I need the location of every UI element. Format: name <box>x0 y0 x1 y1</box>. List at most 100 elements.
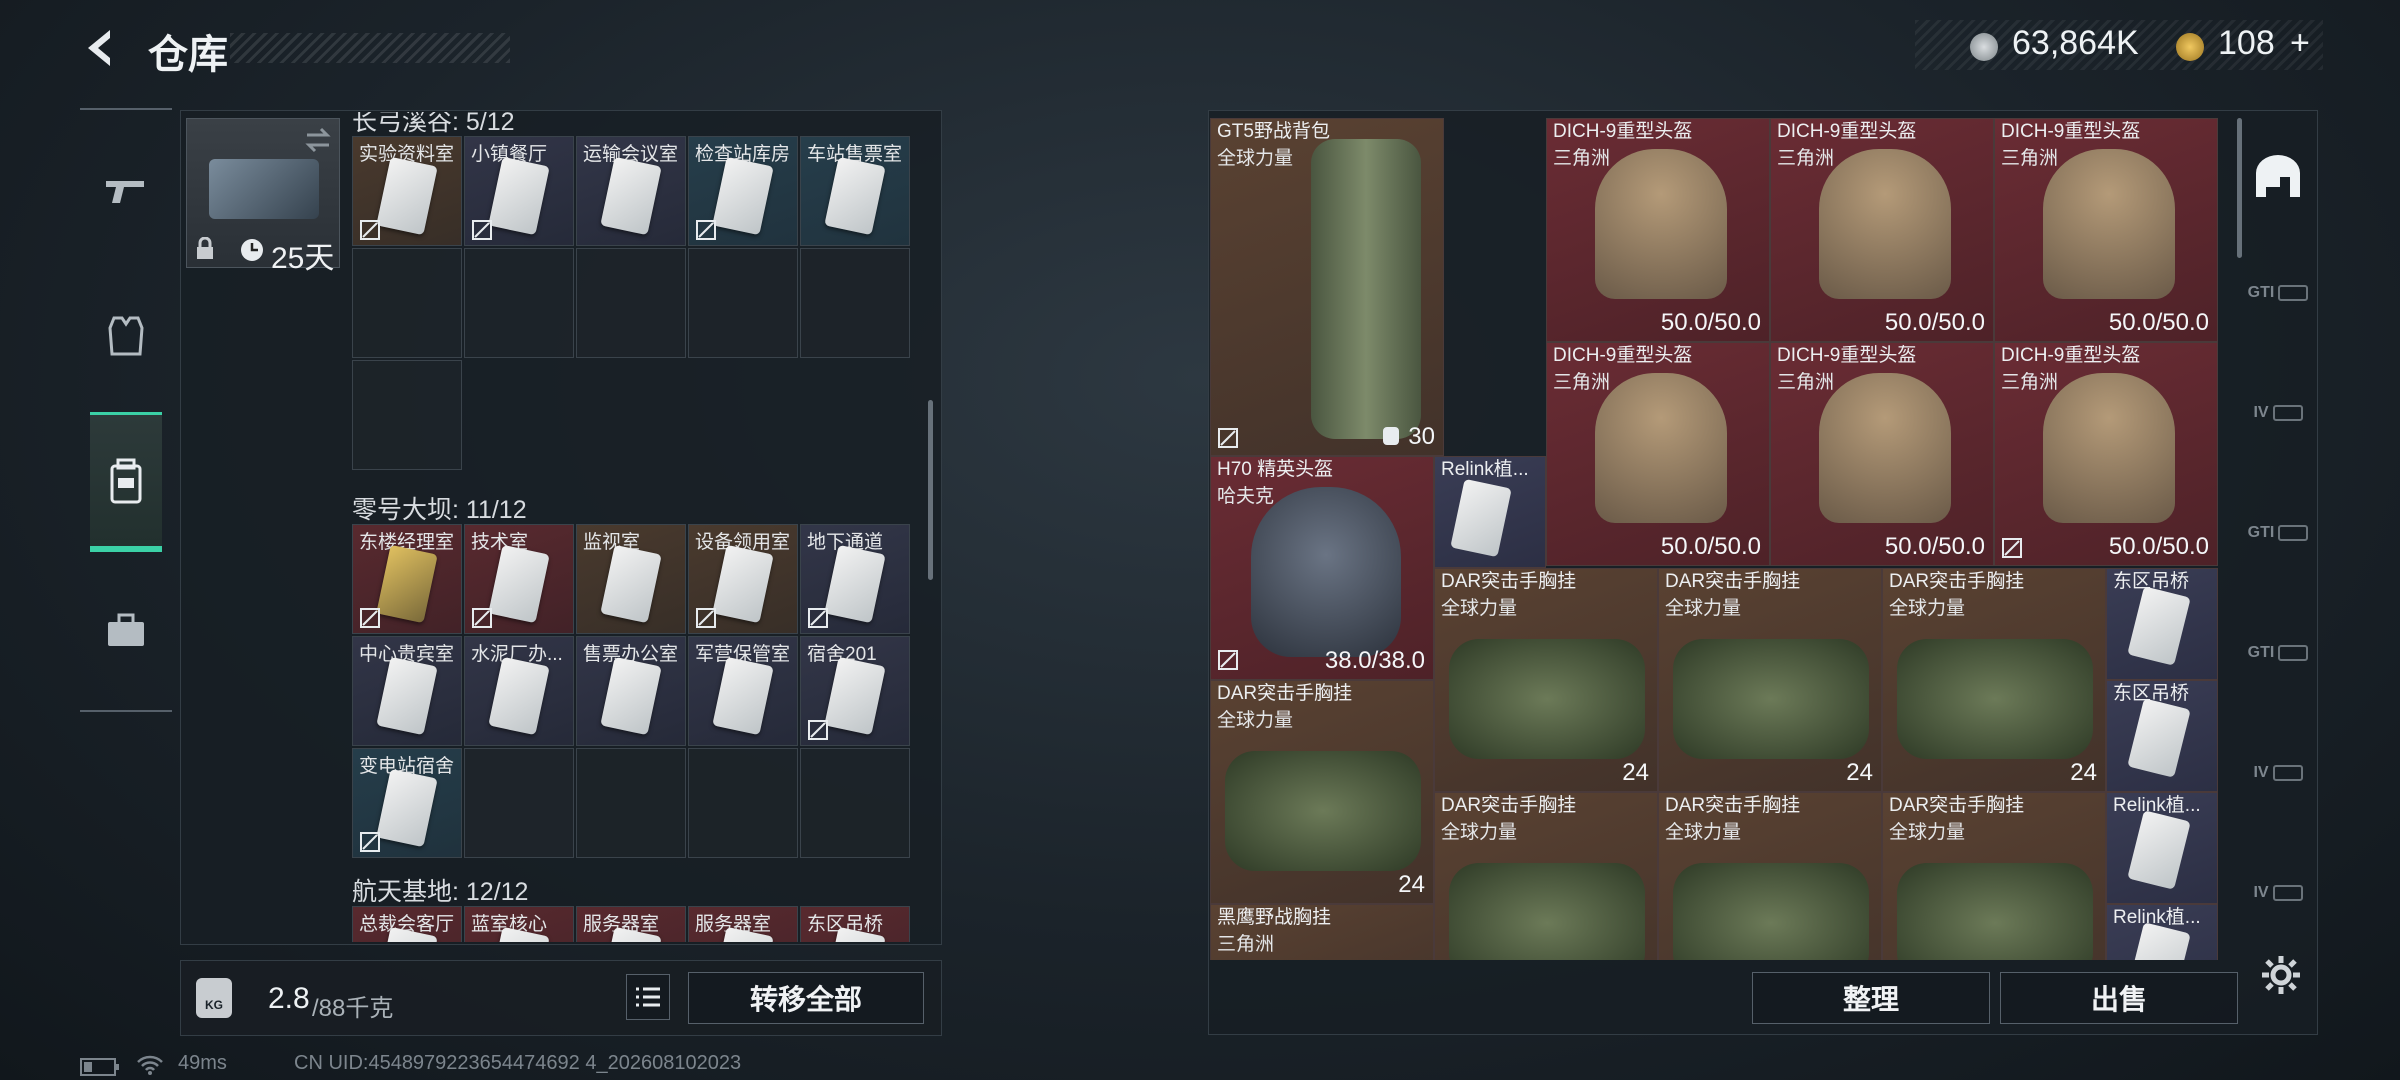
item-chest-rig[interactable]: DAR突击手胸挂 全球力量 24 <box>1210 680 1434 904</box>
weight-max: /88千克 <box>312 995 394 1022</box>
item-value: 24 <box>2070 759 2097 786</box>
key-cell[interactable]: 地下通道 <box>800 524 910 634</box>
key-cell[interactable]: 车站售票室 <box>800 136 910 246</box>
item-key[interactable]: Relink植... <box>2106 792 2218 904</box>
key-cell[interactable]: 总裁会客厅 <box>352 906 462 942</box>
item-helmet[interactable]: DICH-9重型头盔 三角洲 50.0/50.0 <box>1770 342 1994 566</box>
item-helmet[interactable]: DICH-9重型头盔 三角洲 50.0/50.0 <box>1994 342 2218 566</box>
key-cell[interactable]: 东楼经理室 <box>352 524 462 634</box>
item-value: 50.0/50.0 <box>1660 533 1761 560</box>
nav-weapons[interactable] <box>90 130 162 250</box>
item-brand: 三角洲 <box>1553 148 1611 169</box>
tab-warehouse[interactable] <box>2246 122 2310 232</box>
item-chest-rig[interactable]: DAR突击手胸挂 全球力量 24 <box>1658 568 1882 792</box>
tab-label: IV <box>2253 884 2269 901</box>
keycard-image <box>2127 810 2191 890</box>
no-trade-icon <box>359 219 381 241</box>
nav-armor[interactable] <box>90 276 162 396</box>
item-chest-rig[interactable]: DAR突击手胸挂 全球力量 24 <box>1434 568 1658 792</box>
item-h70-helmet[interactable]: H70 精英头盔 哈夫克 38.0/38.0 <box>1210 456 1434 680</box>
add-currency-button[interactable]: + <box>2290 24 2310 63</box>
key-cell[interactable]: 设备领用室 <box>688 524 798 634</box>
item-brand: 全球力量 <box>1217 710 1294 731</box>
currency-silver-value: 63,864K <box>2012 24 2139 62</box>
item-brand: 全球力量 <box>1665 822 1742 843</box>
silver-coin-icon <box>1970 33 1998 61</box>
transfer-all-button[interactable]: 转移全部 <box>688 972 924 1024</box>
key-cell[interactable]: 水泥厂办... <box>464 636 574 746</box>
key-cell[interactable]: 运输会议室 <box>576 136 686 246</box>
key-cell[interactable]: 售票办公室 <box>576 636 686 746</box>
keycard-image <box>2127 586 2191 666</box>
sell-button[interactable]: 出售 <box>2000 972 2238 1024</box>
key-cell[interactable]: 服务器室 <box>688 906 798 942</box>
key-cell[interactable]: 蓝室核心 <box>464 906 574 942</box>
keycard-image <box>712 544 774 624</box>
item-key[interactable]: Relink植... <box>2106 904 2218 960</box>
ping-text: 49ms <box>178 1052 227 1074</box>
side-tab-5[interactable]: IV <box>2246 718 2310 828</box>
item-helmet[interactable]: DICH-9重型头盔 三角洲 50.0/50.0 <box>1770 118 1994 342</box>
swap-icon[interactable] <box>303 125 333 155</box>
item-key[interactable]: 东区吊桥 <box>2106 680 2218 792</box>
key-cell[interactable]: 实验资料室 <box>352 136 462 246</box>
side-tab-2[interactable]: IV <box>2246 358 2310 468</box>
item-helmet[interactable]: DICH-9重型头盔 三角洲 50.0/50.0 <box>1994 118 2218 342</box>
vest-icon <box>108 316 144 356</box>
tab-label: GTI <box>2247 524 2275 541</box>
list-view-button[interactable] <box>626 974 670 1020</box>
item-key[interactable]: 东区吊桥 <box>2106 568 2218 680</box>
side-tab-1[interactable]: GTI <box>2246 238 2310 348</box>
chest-rig-image <box>1449 639 1645 759</box>
item-brand: 全球力量 <box>1665 598 1742 619</box>
nav-storage[interactable] <box>90 412 162 552</box>
keycard-image <box>376 768 438 848</box>
helmet-image <box>2043 149 2175 299</box>
right-scrollbar[interactable] <box>2237 118 2242 258</box>
side-tab-6[interactable]: IV <box>2246 838 2310 948</box>
key-cell[interactable]: 东区吊桥 <box>800 906 910 942</box>
no-trade-icon <box>1217 649 1239 671</box>
key-cell[interactable]: 军营保管室 <box>688 636 798 746</box>
item-name: DICH-9重型头盔 <box>1553 345 1693 366</box>
key-case-slot[interactable]: 25天 <box>186 118 340 275</box>
no-trade-icon <box>471 219 493 241</box>
item-key[interactable]: Relink植... <box>1434 456 1546 568</box>
no-trade-icon <box>359 831 381 853</box>
key-cell[interactable]: 服务器室 <box>576 906 686 942</box>
item-chest-rig[interactable]: DAR突击手胸挂 全球力量 <box>1434 792 1658 960</box>
section-title: 航天基地: 12/12 <box>352 878 529 906</box>
tab-icon-shape <box>2272 405 2303 421</box>
item-brand: 全球力量 <box>1889 822 1966 843</box>
key-cell[interactable]: 中心贵宾室 <box>352 636 462 746</box>
nav-case[interactable] <box>90 570 162 690</box>
item-brand: 全球力量 <box>1889 598 1966 619</box>
left-scrollbar[interactable] <box>928 400 933 580</box>
no-trade-icon <box>1217 427 1239 449</box>
item-chest-rig[interactable]: 黑鹰野战胸挂 三角洲 <box>1210 904 1434 960</box>
sort-button[interactable]: 整理 <box>1752 972 1990 1024</box>
keycard-image <box>712 656 774 736</box>
item-chest-rig[interactable]: DAR突击手胸挂 全球力量 <box>1882 792 2106 960</box>
settings-gear-icon[interactable] <box>2260 954 2302 996</box>
item-helmet[interactable]: DICH-9重型头盔 三角洲 50.0/50.0 <box>1546 118 1770 342</box>
item-helmet[interactable]: DICH-9重型头盔 三角洲 50.0/50.0 <box>1546 342 1770 566</box>
key-cell[interactable]: 宿舍201 <box>800 636 910 746</box>
lock-icon <box>197 237 213 259</box>
key-cell[interactable]: 变电站宿舍 <box>352 748 462 858</box>
helmet-image <box>1819 373 1951 523</box>
back-arrow-icon[interactable] <box>80 26 124 70</box>
item-chest-rig[interactable]: DAR突击手胸挂 全球力量 24 <box>1882 568 2106 792</box>
item-backpack[interactable]: GT5野战背包 全球力量 30 <box>1210 118 1444 456</box>
tab-icon-shape <box>2278 645 2309 661</box>
item-chest-rig[interactable]: DAR突击手胸挂 全球力量 <box>1658 792 1882 960</box>
key-cell[interactable]: 检查站库房 <box>688 136 798 246</box>
key-cell[interactable]: 监视室 <box>576 524 686 634</box>
side-tab-4[interactable]: GTI <box>2246 598 2310 708</box>
side-tab-3[interactable]: GTI <box>2246 478 2310 588</box>
tab-icon-shape <box>2272 885 2303 901</box>
key-cell[interactable]: 技术室 <box>464 524 574 634</box>
item-value: 50.0/50.0 <box>1884 309 1985 336</box>
key-cell[interactable]: 小镇餐厅 <box>464 136 574 246</box>
keycard-image <box>488 544 550 624</box>
